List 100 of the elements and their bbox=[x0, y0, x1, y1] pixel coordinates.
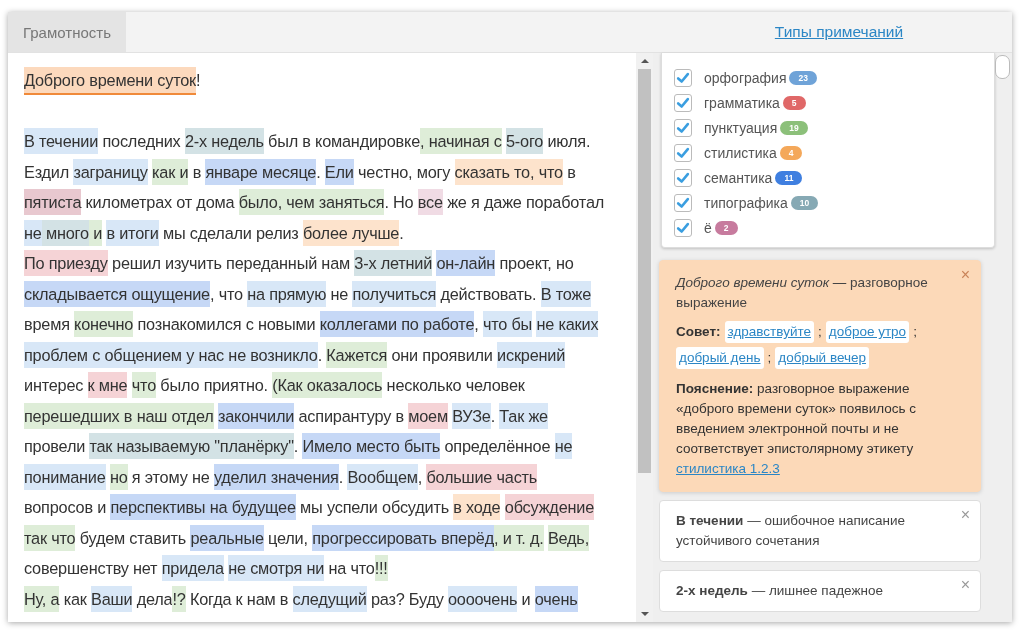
highlighted-phrase[interactable]: много bbox=[41, 219, 89, 246]
highlighted-phrase[interactable]: (Как оказалось bbox=[272, 372, 383, 398]
highlighted-phrase[interactable]: закончили bbox=[217, 402, 295, 429]
count-badge: 19 bbox=[780, 120, 808, 135]
highlighted-phrase[interactable]: сказать то, что bbox=[454, 158, 563, 185]
text-fragment: последних bbox=[101, 132, 182, 150]
highlighted-phrase[interactable]: что бы bbox=[482, 311, 533, 337]
highlighted-phrase[interactable]: 5-ого bbox=[505, 128, 544, 154]
highlighted-phrase[interactable]: искрений bbox=[497, 341, 566, 368]
note-card[interactable]: × 2-х недель — лишнее падежное bbox=[659, 570, 981, 612]
highlighted-phrase[interactable]: моем bbox=[408, 402, 448, 429]
checkbox[interactable] bbox=[674, 68, 692, 87]
highlighted-phrase[interactable]: Доброго времени суток bbox=[24, 67, 196, 95]
highlighted-phrase[interactable]: прогрессировать вперёд bbox=[312, 524, 494, 551]
highlighted-phrase[interactable]: оооочень bbox=[447, 585, 518, 612]
highlighted-phrase[interactable]: так что bbox=[24, 524, 76, 551]
highlighted-phrase[interactable]: к мне bbox=[87, 372, 128, 398]
highlighted-phrase[interactable]: большие часть bbox=[426, 463, 538, 490]
highlighted-phrase[interactable]: что bbox=[131, 372, 157, 398]
highlighted-phrase[interactable]: !!! bbox=[374, 555, 388, 581]
text-fragment: аспирантуру в bbox=[297, 406, 405, 425]
suggestion-link[interactable]: добрый день bbox=[676, 347, 764, 369]
highlighted-phrase[interactable]: получиться bbox=[352, 280, 437, 307]
highlighted-phrase[interactable]: коллегами по работе bbox=[319, 311, 475, 337]
highlighted-phrase[interactable]: , начиная с bbox=[420, 128, 502, 154]
highlighted-phrase[interactable]: следущий bbox=[292, 585, 367, 612]
text-fragment: провели bbox=[24, 437, 87, 455]
checkbox[interactable] bbox=[674, 93, 692, 112]
checkbox[interactable] bbox=[674, 118, 692, 137]
scroll-up-icon[interactable] bbox=[640, 59, 649, 63]
highlighted-phrase[interactable]: обсуждение bbox=[504, 494, 595, 520]
text-fragment: определённое bbox=[443, 437, 552, 455]
checkbox[interactable] bbox=[674, 218, 692, 237]
highlighted-phrase[interactable]: январе месяце bbox=[205, 158, 317, 185]
highlighted-phrase[interactable]: Ваши bbox=[91, 585, 133, 612]
note-types-link[interactable]: Типы примечаний bbox=[768, 23, 904, 41]
text-fragment: километрах от дома bbox=[84, 193, 236, 211]
text-fragment: . bbox=[293, 437, 300, 455]
highlighted-phrase[interactable]: Так же bbox=[499, 402, 548, 429]
text-fragment: я этому не bbox=[130, 467, 211, 486]
highlighted-phrase[interactable]: Ведь, bbox=[547, 524, 589, 551]
highlighted-phrase[interactable]: так называемую "планёрку" bbox=[89, 433, 294, 459]
highlighted-phrase[interactable]: Имело место быть bbox=[302, 433, 441, 459]
highlighted-phrase[interactable]: Вообщем bbox=[347, 463, 418, 490]
count-badge: 4 bbox=[779, 145, 803, 160]
highlighted-phrase[interactable]: не смотря ни bbox=[228, 555, 325, 581]
highlighted-phrase[interactable]: конечно bbox=[74, 311, 134, 337]
highlighted-phrase[interactable]: не bbox=[554, 433, 573, 459]
highlighted-phrase[interactable]: !? bbox=[172, 585, 186, 612]
highlighted-phrase[interactable]: в ходе bbox=[453, 494, 501, 520]
highlighted-phrase[interactable]: перспективы на будущее bbox=[110, 494, 296, 520]
highlighted-phrase[interactable]: очень bbox=[534, 585, 578, 612]
highlighted-phrase[interactable]: заграницу bbox=[73, 158, 148, 185]
highlighted-phrase[interactable]: Ну, а bbox=[24, 585, 60, 612]
scroll-down-icon[interactable] bbox=[640, 612, 649, 616]
suggestion-link[interactable]: добрый вечер bbox=[775, 347, 869, 369]
text-editor[interactable] bbox=[8, 53, 637, 622]
highlighted-phrase[interactable]: реальные bbox=[190, 524, 264, 551]
highlighted-phrase[interactable]: на прямую bbox=[247, 280, 327, 307]
highlighted-phrase[interactable]: В тоже bbox=[540, 280, 592, 307]
suggestion-link[interactable]: здравствуйте bbox=[724, 321, 814, 343]
scrollbar-thumb[interactable] bbox=[995, 55, 1010, 79]
suggestion-link[interactable]: доброе утро bbox=[825, 321, 910, 343]
text-fragment: дела bbox=[135, 589, 173, 608]
highlighted-phrase[interactable]: было, чем заняться bbox=[238, 189, 385, 215]
checkbox[interactable] bbox=[674, 168, 692, 187]
highlighted-phrase[interactable]: складывается ощущение bbox=[24, 280, 210, 307]
highlighted-phrase[interactable]: все bbox=[417, 189, 443, 215]
highlighted-phrase[interactable]: В течении bbox=[24, 128, 99, 154]
text-fragment: несколько человек bbox=[385, 376, 525, 394]
highlighted-phrase[interactable]: По приезду bbox=[24, 250, 108, 276]
note-card[interactable] bbox=[659, 260, 981, 492]
highlighted-phrase[interactable]: уделил значения bbox=[213, 463, 339, 490]
highlighted-phrase[interactable]: не bbox=[24, 219, 42, 246]
scrollbar-thumb[interactable] bbox=[638, 69, 652, 473]
highlighted-phrase[interactable]: Кажется bbox=[326, 341, 388, 368]
highlighted-phrase[interactable]: более лучше bbox=[302, 219, 400, 246]
highlighted-phrase[interactable]: 2-х недель bbox=[184, 128, 264, 154]
highlighted-phrase[interactable]: не каких bbox=[536, 311, 599, 337]
highlighted-phrase[interactable]: ВУЗе bbox=[452, 402, 491, 429]
highlighted-phrase[interactable]: 3-х летний bbox=[354, 250, 433, 276]
highlighted-phrase[interactable]: понимание bbox=[24, 463, 106, 490]
highlighted-phrase[interactable]: , и т. д. bbox=[494, 524, 544, 551]
highlighted-phrase[interactable]: перешедших в наш отдел bbox=[24, 402, 214, 429]
highlighted-phrase[interactable]: проблем с общением у нас не возникло bbox=[24, 341, 318, 368]
tab[interactable]: Грамотность bbox=[8, 12, 126, 52]
checkbox[interactable] bbox=[674, 193, 692, 212]
highlighted-phrase[interactable]: но bbox=[109, 463, 128, 490]
highlighted-phrase[interactable]: в итоги bbox=[106, 219, 159, 246]
note-card[interactable]: × В течении — ошибочное написание устойчивого сочетания bbox=[659, 500, 981, 562]
highlighted-phrase[interactable]: как и bbox=[152, 158, 189, 185]
advice-label: Совет: bbox=[676, 323, 721, 341]
highlighted-phrase[interactable]: он-лайн bbox=[436, 250, 496, 276]
highlighted-phrase[interactable]: придела bbox=[161, 555, 224, 581]
count-badge: 23 bbox=[789, 70, 817, 85]
highlighted-phrase[interactable]: Ели bbox=[324, 158, 354, 185]
highlighted-phrase[interactable]: пятиста bbox=[24, 189, 82, 215]
text-fragment: . Но bbox=[384, 193, 415, 211]
checkbox[interactable] bbox=[674, 143, 692, 162]
scrollbar[interactable] bbox=[636, 53, 653, 622]
